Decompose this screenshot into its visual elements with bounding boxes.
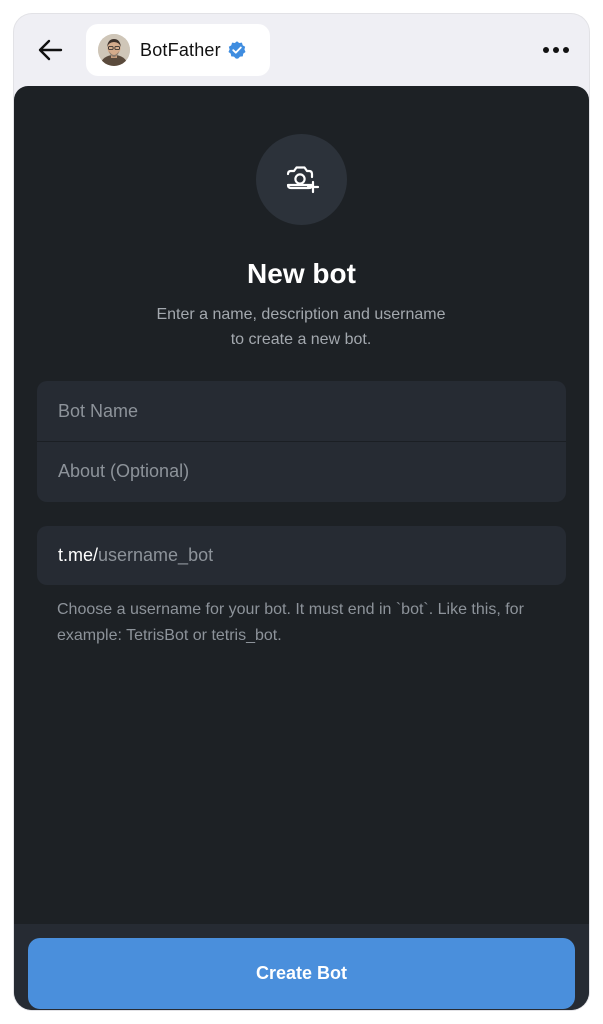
more-horizontal-icon (543, 47, 569, 53)
username-field[interactable]: t.me/ (37, 526, 566, 585)
more-button[interactable] (541, 36, 571, 64)
avatar (98, 34, 130, 66)
app-frame: BotFather New bot Enter a name, descript… (14, 14, 589, 1010)
page-title: New bot (247, 258, 356, 289)
bot-info-fields (37, 381, 566, 502)
chat-name: BotFather (140, 39, 221, 60)
about-input[interactable] (58, 461, 566, 482)
footer-bar: Create Bot (14, 924, 589, 1010)
page-subtitle: Enter a name, description and username t… (156, 306, 446, 348)
new-bot-sheet: New bot Enter a name, description and us… (14, 86, 589, 1010)
username-hint: Choose a username for your bot. It must … (57, 601, 524, 644)
camera-add-icon (286, 165, 319, 193)
arrow-left-icon (38, 39, 63, 61)
verified-badge-icon (228, 41, 246, 59)
username-prefix: t.me/ (58, 545, 99, 565)
set-photo-button[interactable] (256, 134, 347, 225)
back-button[interactable] (34, 34, 66, 66)
about-field[interactable] (37, 441, 566, 501)
chat-title-pill[interactable]: BotFather (86, 24, 270, 76)
bot-name-field[interactable] (37, 381, 566, 441)
username-input[interactable] (98, 545, 566, 566)
bot-name-input[interactable] (58, 400, 566, 422)
create-bot-button[interactable]: Create Bot (28, 938, 575, 1009)
chat-header: BotFather (14, 14, 589, 86)
